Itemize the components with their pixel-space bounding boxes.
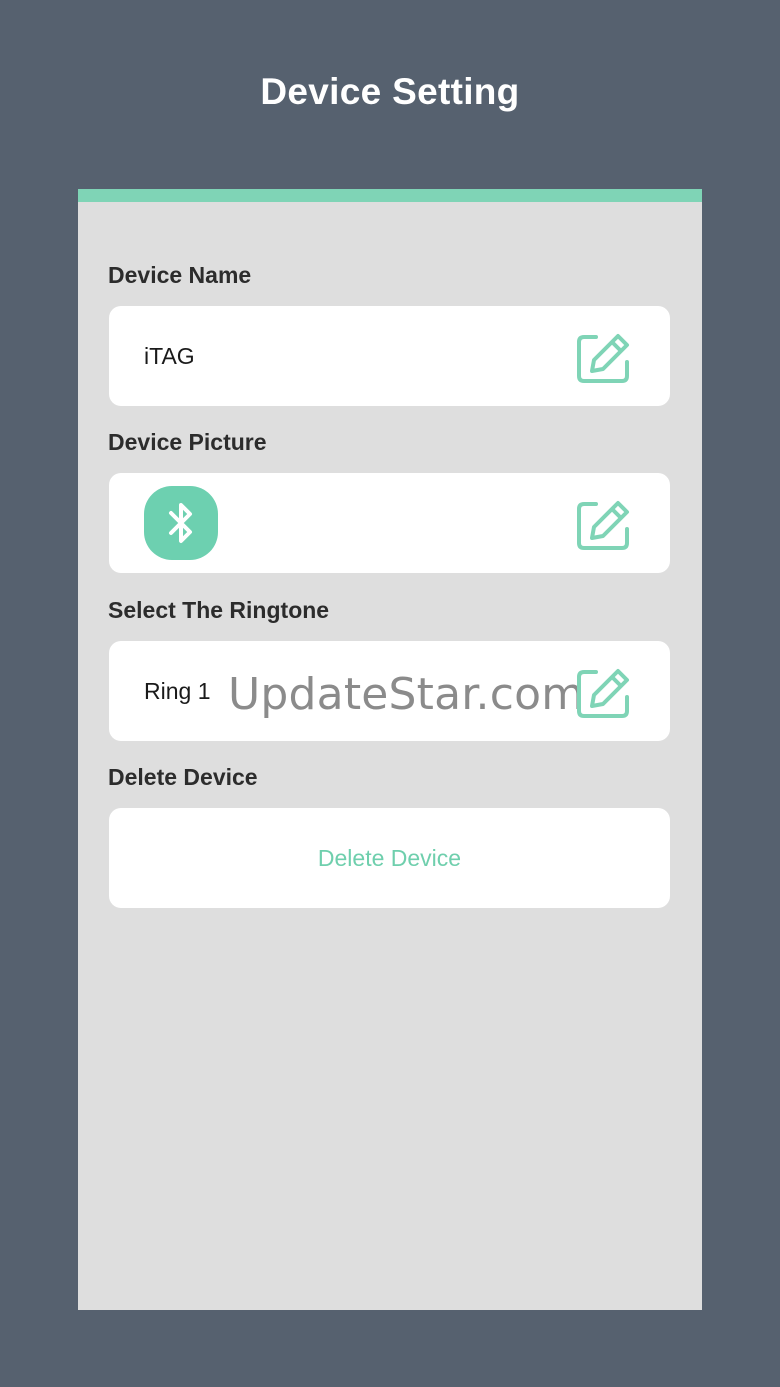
ringtone-value: Ring 1 bbox=[144, 678, 211, 704]
device-name-value: iTAG bbox=[144, 343, 195, 369]
edit-device-picture-icon[interactable] bbox=[576, 499, 632, 551]
delete-device-label: Delete Device bbox=[108, 764, 258, 790]
device-picture-label: Device Picture bbox=[108, 429, 267, 455]
device-name-row[interactable]: iTAG bbox=[109, 306, 670, 406]
edit-ringtone-icon[interactable] bbox=[576, 667, 632, 719]
settings-panel: Device Name iTAG Device Picture Select T… bbox=[78, 189, 702, 1310]
device-name-label: Device Name bbox=[108, 262, 252, 288]
ringtone-label: Select The Ringtone bbox=[108, 597, 330, 623]
bluetooth-icon bbox=[169, 503, 192, 543]
delete-device-button[interactable]: Delete Device bbox=[109, 808, 670, 908]
device-picture-row[interactable] bbox=[109, 473, 670, 573]
edit-device-name-icon[interactable] bbox=[576, 332, 632, 384]
delete-device-button-label: Delete Device bbox=[317, 845, 462, 871]
device-picture-thumbnail bbox=[144, 486, 218, 560]
page-title: Device Setting bbox=[260, 71, 520, 112]
watermark-text: UpdateStar.com bbox=[228, 669, 585, 720]
ringtone-row[interactable]: Ring 1 UpdateStar.com bbox=[109, 641, 670, 741]
